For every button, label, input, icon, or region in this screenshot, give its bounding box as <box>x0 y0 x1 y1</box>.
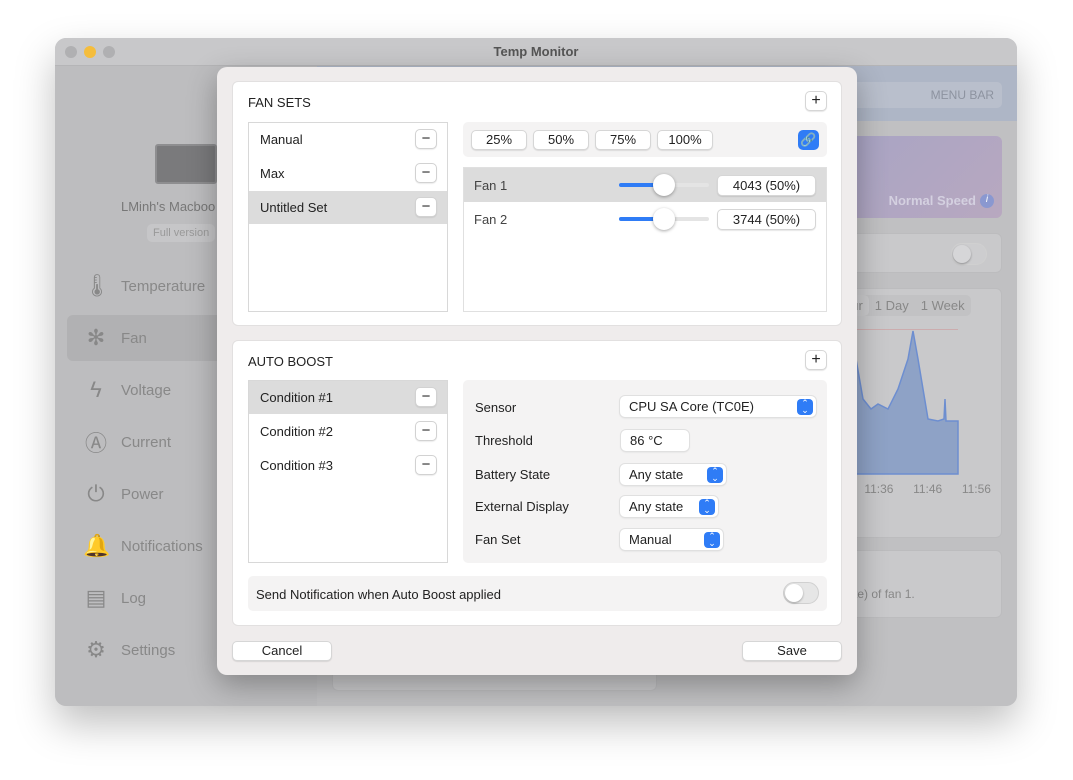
note-card: inute) of fan 1. <box>837 550 1002 618</box>
list-item[interactable]: Condition #1− <box>249 381 447 414</box>
status-banner: Normal Speed i <box>837 136 1002 218</box>
fan-set-select[interactable]: Manual ⌃ ⌄ <box>620 529 723 550</box>
thermometer-icon: 🌡 <box>83 273 111 298</box>
notification-toggle[interactable] <box>783 582 819 604</box>
cancel-button[interactable]: Cancel <box>232 641 332 661</box>
remove-button[interactable]: − <box>415 455 437 475</box>
threshold-field[interactable]: 86 °C <box>621 430 689 451</box>
fan-sets-dialog: FAN SETS + Manual − Max − Untitled Set − 25… <box>217 67 857 675</box>
remove-button[interactable]: − <box>415 163 437 183</box>
chevron-updown-icon: ⌃ ⌄ <box>707 467 723 483</box>
fan-set-label: Fan Set <box>475 532 521 547</box>
x-tick: 11:36 <box>864 482 894 496</box>
background-toggle[interactable] <box>951 243 987 265</box>
chevron-updown-icon: ⌃ ⌄ <box>797 399 813 415</box>
sensor-label: Sensor <box>475 400 517 415</box>
sensor-select[interactable]: CPU SA Core (TC0E) ⌃ ⌄ <box>620 396 816 417</box>
bolt-icon: ϟ <box>90 377 102 402</box>
preset-100-button[interactable]: 100% <box>657 130 713 150</box>
preset-bar: 25% 50% 75% 100% 🔗 <box>463 122 827 157</box>
external-display-select[interactable]: Any state ⌃ ⌄ <box>620 496 718 517</box>
ampere-icon: Ⓐ <box>84 431 107 456</box>
fan-icon: ✻ <box>86 325 106 350</box>
add-fan-set-button[interactable]: + <box>805 91 827 111</box>
tab-1-week[interactable]: 1 Week <box>915 295 971 316</box>
plug-icon: ⏻ <box>87 481 105 506</box>
list-item[interactable]: Max − <box>249 157 447 190</box>
fan-sets-title: FAN SETS <box>248 95 311 110</box>
list-item[interactable]: Untitled Set − <box>249 191 447 224</box>
list-item[interactable]: Condition #3− <box>249 449 447 482</box>
list-item[interactable]: Manual − <box>249 123 447 156</box>
version-badge: Full version <box>147 224 216 242</box>
tab-1-day[interactable]: 1 Day <box>869 295 915 316</box>
fan-list: Fan 1 4043 (50%) Fan 2 3744 (50%) <box>463 167 827 312</box>
remove-button[interactable]: − <box>415 197 437 217</box>
log-icon: ▤ <box>85 585 107 610</box>
battery-state-label: Battery State <box>475 467 551 482</box>
chevron-updown-icon: ⌃ ⌄ <box>699 499 715 515</box>
auto-boost-title: AUTO BOOST <box>248 354 333 369</box>
fan-2-value-field[interactable]: 3744 (50%) <box>717 209 816 230</box>
remove-button[interactable]: − <box>415 421 437 441</box>
list-item[interactable]: Condition #2− <box>249 415 447 448</box>
preset-75-button[interactable]: 75% <box>595 130 651 150</box>
fan-speed-chart <box>838 329 959 475</box>
notification-label: Send Notification when Auto Boost applie… <box>256 587 502 602</box>
remove-button[interactable]: − <box>415 129 437 149</box>
fan-set-list: Manual − Max − Untitled Set − <box>248 122 448 312</box>
chart-x-axis: 611:3611:4611:56 <box>838 482 1003 496</box>
save-button[interactable]: Save <box>742 641 842 661</box>
x-tick: 11:46 <box>913 482 943 496</box>
fan-2-slider[interactable] <box>619 208 709 230</box>
bell-icon: 🔔 <box>83 533 111 558</box>
fan-sets-card: FAN SETS + Manual − Max − Untitled Set − 25… <box>232 81 842 326</box>
gear-icon: ⚙ <box>86 637 106 662</box>
remove-button[interactable]: − <box>415 387 437 407</box>
x-tick: 11:56 <box>961 482 991 496</box>
time-range-tabs: our 1 Day 1 Week <box>838 295 971 316</box>
device-name: LMinh's Macboo <box>121 199 216 214</box>
laptop-icon <box>155 144 217 184</box>
add-condition-button[interactable]: + <box>805 350 827 370</box>
threshold-label: Threshold <box>475 433 533 448</box>
chevron-updown-icon: ⌃ ⌄ <box>704 532 720 548</box>
chart-card: our 1 Day 1 Week 611:3611:4611:56 <box>837 288 1002 538</box>
title-bar: Temp Monitor <box>55 38 1017 66</box>
auto-boost-card: AUTO BOOST + Condition #1− Condition #2−… <box>232 340 842 626</box>
battery-state-select[interactable]: Any state ⌃ ⌄ <box>620 464 726 485</box>
preset-25-button[interactable]: 25% <box>471 130 527 150</box>
link-icon[interactable]: 🔗 <box>798 130 819 150</box>
notification-row: Send Notification when Auto Boost applie… <box>248 576 827 611</box>
fan-row[interactable]: Fan 2 3744 (50%) <box>464 202 826 236</box>
condition-detail: Sensor CPU SA Core (TC0E) ⌃ ⌄ Threshold 86… <box>463 380 827 563</box>
preset-50-button[interactable]: 50% <box>533 130 589 150</box>
fan-row[interactable]: Fan 1 4043 (50%) <box>464 168 826 202</box>
window-title: Temp Monitor <box>493 44 579 59</box>
status-text: Normal Speed <box>888 193 976 208</box>
info-icon[interactable]: i <box>980 194 994 208</box>
fan-1-slider[interactable] <box>619 174 709 196</box>
toggle-card <box>837 233 1002 273</box>
fan-1-value-field[interactable]: 4043 (50%) <box>717 175 816 196</box>
external-display-label: External Display <box>475 499 569 514</box>
condition-list: Condition #1− Condition #2− Condition #3… <box>248 380 448 563</box>
